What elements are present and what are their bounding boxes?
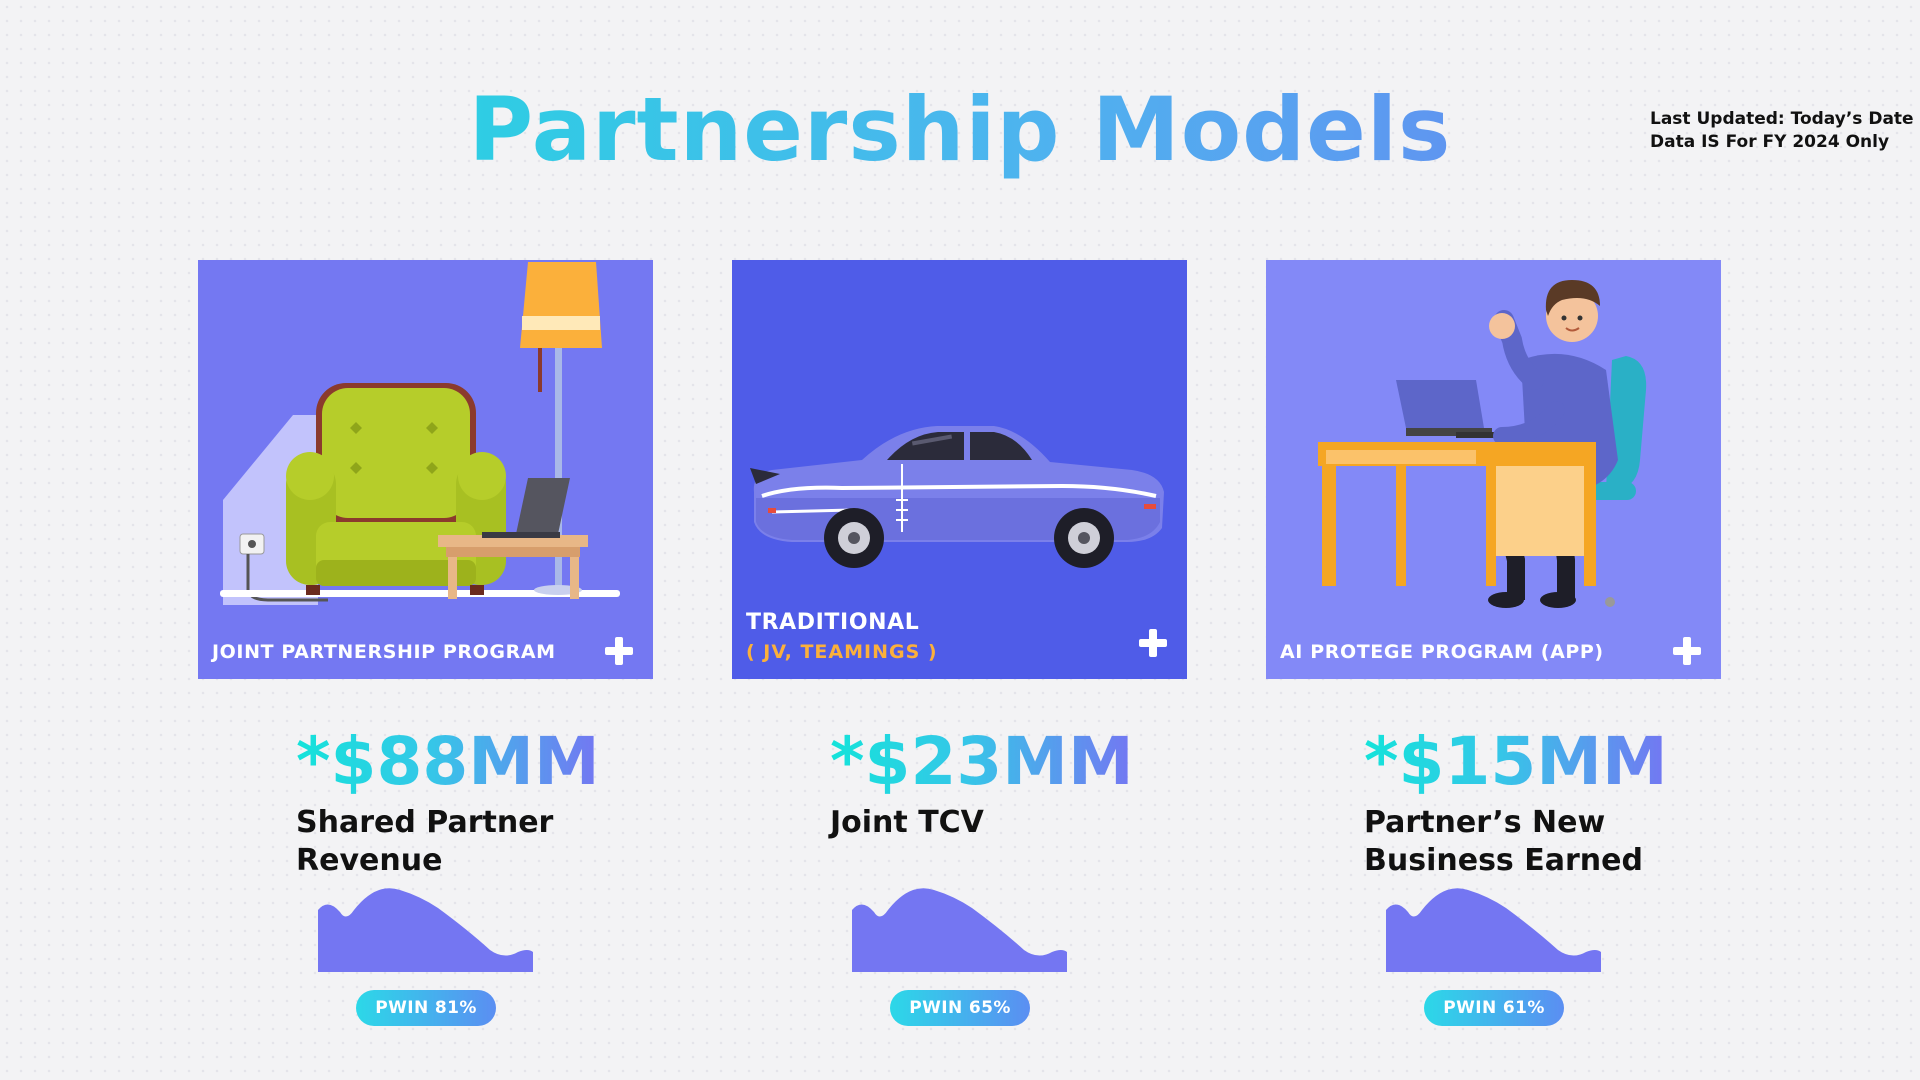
plus-icon[interactable] (1137, 627, 1169, 659)
stat-new-business: *$15MM Partner’s New Business Earned (1364, 722, 1784, 880)
person-at-desk-illustration (1318, 280, 1647, 608)
plus-icon[interactable] (603, 635, 635, 667)
page-title: Partnership Models (0, 78, 1920, 181)
stat-label-line1: Partner’s New (1364, 805, 1606, 840)
last-updated-text: Last Updated: Today’s Date (1650, 109, 1914, 129)
data-scope-text: Data IS For FY 2024 Only (1650, 132, 1890, 152)
sparkline-joint-tcv (852, 888, 1067, 972)
card-label: AI PROTEGE PROGRAM (APP) (1280, 641, 1604, 663)
sparkline-shared-revenue (318, 888, 533, 972)
pwin-badge: PWIN 61% (1424, 990, 1564, 1026)
card-ai-protege[interactable]: AI PROTEGE PROGRAM (APP) (1266, 260, 1721, 679)
stat-amount: *$15MM (1364, 723, 1668, 800)
pwin-badge: PWIN 81% (356, 990, 496, 1026)
stat-label: Partner’s New Business Earned (1364, 804, 1784, 880)
stat-label: Joint TCV (830, 804, 1250, 842)
card-label: TRADITIONAL ( JV, TEAMINGS ) (746, 610, 938, 663)
stat-amount: *$23MM (830, 723, 1134, 800)
stat-label-line1: Joint TCV (830, 805, 984, 840)
card-title: AI PROTEGE PROGRAM (APP) (1280, 641, 1604, 663)
stat-label-line1: Shared Partner (296, 805, 554, 840)
stat-label: Shared Partner Revenue (296, 804, 716, 880)
armchair-illustration (220, 262, 620, 605)
plus-icon[interactable] (1671, 635, 1703, 667)
stat-label-line2: Revenue (296, 843, 443, 878)
card-title: JOINT PARTNERSHIP PROGRAM (212, 641, 556, 663)
card-subtitle: ( JV, TEAMINGS ) (746, 641, 938, 663)
update-info: Last Updated: Today’s Date Data IS For F… (1650, 108, 1914, 154)
stat-shared-revenue: *$88MM Shared Partner Revenue (296, 722, 716, 880)
card-title: TRADITIONAL (746, 610, 920, 635)
stat-label-line2: Business Earned (1364, 843, 1643, 878)
pwin-badge: PWIN 65% (890, 990, 1030, 1026)
stat-amount: *$88MM (296, 723, 600, 800)
card-traditional[interactable]: TRADITIONAL ( JV, TEAMINGS ) (732, 260, 1187, 679)
stat-joint-tcv: *$23MM Joint TCV (830, 722, 1250, 842)
card-label: JOINT PARTNERSHIP PROGRAM (212, 641, 556, 663)
card-joint-partnership[interactable]: JOINT PARTNERSHIP PROGRAM (198, 260, 653, 679)
sparkline-new-business (1386, 888, 1601, 972)
